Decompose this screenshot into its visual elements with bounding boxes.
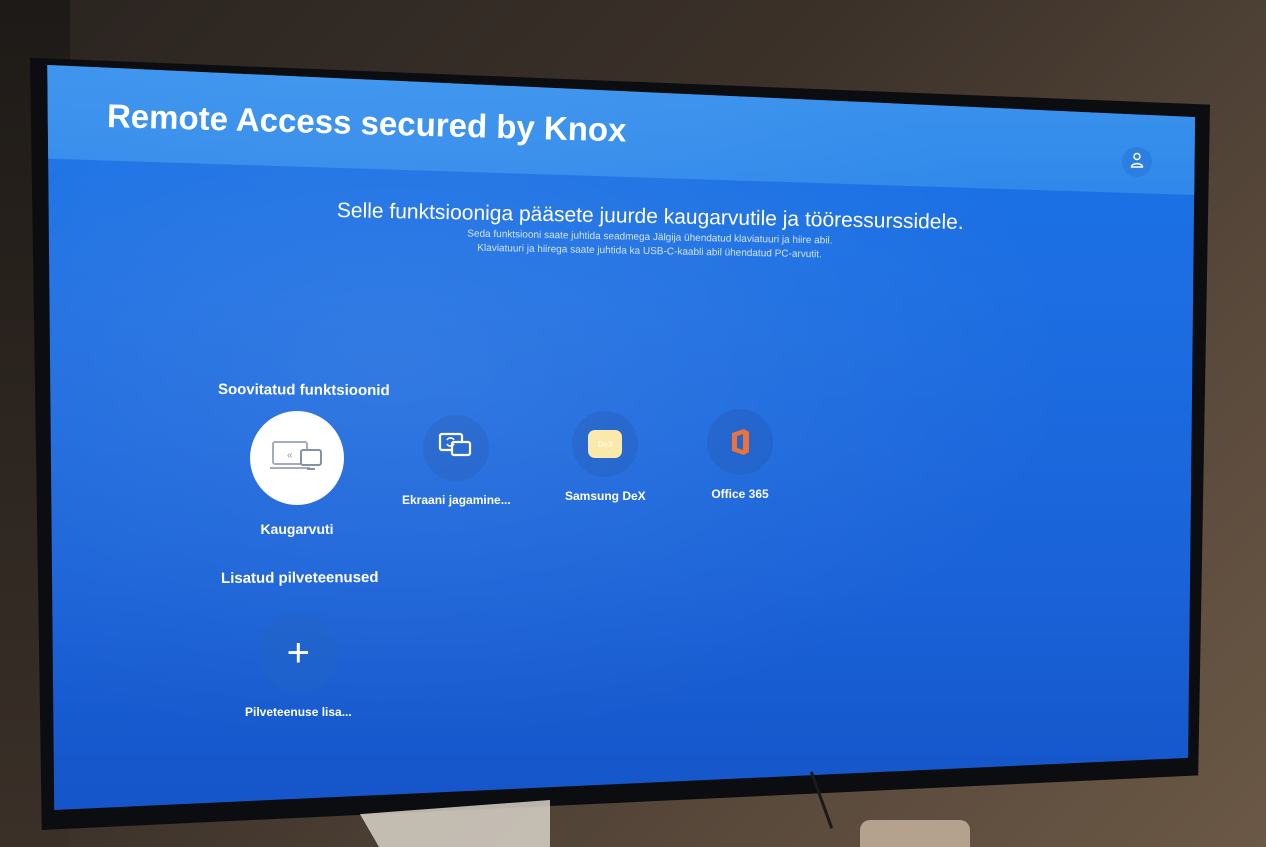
- tile-kaugarvuti-label: Kaugarvuti: [260, 521, 334, 537]
- add-cloud-service-label: Pilveteenuse lisa...: [245, 705, 352, 719]
- tile-ekraani-jagamine[interactable]: Ekraani jagamine...: [402, 415, 511, 507]
- tile-kaugarvuti-circle: «: [250, 411, 344, 505]
- dex-icon: DeX: [588, 430, 623, 458]
- tile-office-365-label: Office 365: [711, 487, 769, 501]
- tile-ekraani-jagamine-label: Ekraani jagamine...: [402, 493, 511, 507]
- plus-icon: +: [286, 631, 311, 675]
- intro-text: Selle funktsiooniga pääsete juurde kauga…: [225, 197, 1076, 265]
- add-cloud-service-button[interactable]: + Pilveteenuse lisa...: [245, 613, 352, 719]
- recommended-section-heading: Soovitatud funktsioonid: [217, 381, 390, 400]
- dex-icon-text: DeX: [597, 439, 614, 449]
- remote-pc-icon: «: [269, 438, 325, 479]
- tile-ekraani-jagamine-circle: [423, 415, 490, 481]
- tile-kaugarvuti[interactable]: « Kaugarvuti: [250, 411, 344, 537]
- tile-office-365-circle: [707, 409, 773, 475]
- tile-samsung-dex[interactable]: DeX Samsung DeX: [565, 411, 646, 503]
- person-icon: [1130, 152, 1144, 173]
- cloud-section-heading: Lisatud pilveteenused: [220, 568, 379, 587]
- account-button[interactable]: [1122, 147, 1152, 177]
- tile-samsung-dex-label: Samsung DeX: [565, 489, 646, 503]
- tv-stand-right: [860, 820, 970, 847]
- tv-screen: Remote Access secured by Knox Selle funk…: [47, 65, 1195, 810]
- tile-office-365[interactable]: Office 365: [707, 409, 773, 501]
- tile-samsung-dex-circle: DeX: [572, 411, 639, 477]
- office-icon: [729, 428, 751, 456]
- screen-share-icon: [436, 430, 476, 467]
- svg-text:«: «: [287, 450, 293, 461]
- add-cloud-service-circle: +: [258, 613, 339, 693]
